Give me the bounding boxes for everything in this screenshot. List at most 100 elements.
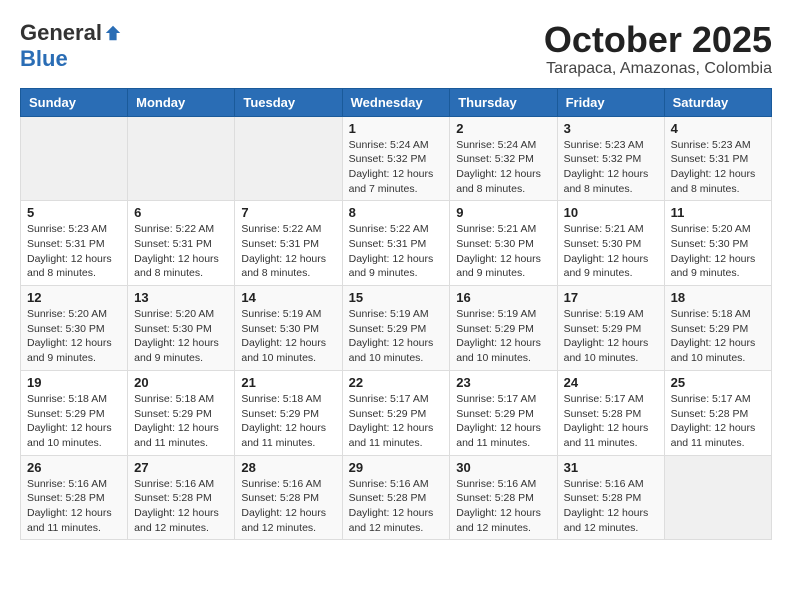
day-info: Sunrise: 5:16 AMSunset: 5:28 PMDaylight:… — [27, 478, 112, 534]
day-info: Sunrise: 5:23 AMSunset: 5:32 PMDaylight:… — [564, 139, 649, 195]
day-number: 21 — [241, 375, 335, 390]
day-number: 17 — [564, 290, 658, 305]
day-number: 20 — [134, 375, 228, 390]
day-number: 25 — [671, 375, 765, 390]
day-info: Sunrise: 5:20 AMSunset: 5:30 PMDaylight:… — [134, 308, 219, 364]
calendar-cell: 30 Sunrise: 5:16 AMSunset: 5:28 PMDayligh… — [450, 455, 557, 540]
weekday-header: Sunday — [21, 88, 128, 116]
calendar-cell: 4 Sunrise: 5:23 AMSunset: 5:31 PMDaylight… — [664, 116, 771, 201]
day-info: Sunrise: 5:19 AMSunset: 5:30 PMDaylight:… — [241, 308, 326, 364]
calendar-cell: 16Sunrise: 5:19 AMSunset: 5:29 PMDayligh… — [450, 286, 557, 371]
day-number: 9 — [456, 205, 550, 220]
day-number: 30 — [456, 460, 550, 475]
calendar-cell: 25 Sunrise: 5:17 AMSunset: 5:28 PMDayligh… — [664, 370, 771, 455]
calendar-cell: 11 Sunrise: 5:20 AMSunset: 5:30 PMDayligh… — [664, 201, 771, 286]
calendar-cell: 8Sunrise: 5:22 AMSunset: 5:31 PMDaylight… — [342, 201, 450, 286]
calendar-cell: 26 Sunrise: 5:16 AMSunset: 5:28 PMDayligh… — [21, 455, 128, 540]
calendar-cell: 31 Sunrise: 5:16 AMSunset: 5:28 PMDayligh… — [557, 455, 664, 540]
calendar-cell: 2Sunrise: 5:24 AMSunset: 5:32 PMDaylight… — [450, 116, 557, 201]
calendar-cell: 27Sunrise: 5:16 AMSunset: 5:28 PMDayligh… — [128, 455, 235, 540]
calendar-cell: 23 Sunrise: 5:17 AMSunset: 5:29 PMDayligh… — [450, 370, 557, 455]
weekday-header: Wednesday — [342, 88, 450, 116]
calendar-week-row: 26 Sunrise: 5:16 AMSunset: 5:28 PMDayligh… — [21, 455, 772, 540]
calendar-cell — [128, 116, 235, 201]
calendar-week-row: 12 Sunrise: 5:20 AMSunset: 5:30 PMDayligh… — [21, 286, 772, 371]
day-number: 8 — [349, 205, 444, 220]
calendar-cell: 13Sunrise: 5:20 AMSunset: 5:30 PMDayligh… — [128, 286, 235, 371]
logo-blue: Blue — [20, 46, 68, 72]
weekday-header: Friday — [557, 88, 664, 116]
day-info: Sunrise: 5:23 AMSunset: 5:31 PMDaylight:… — [671, 139, 756, 195]
day-info: Sunrise: 5:19 AMSunset: 5:29 PMDaylight:… — [349, 308, 434, 364]
day-number: 23 — [456, 375, 550, 390]
day-info: Sunrise: 5:17 AMSunset: 5:29 PMDaylight:… — [349, 393, 434, 449]
day-number: 18 — [671, 290, 765, 305]
calendar-cell: 29 Sunrise: 5:16 AMSunset: 5:28 PMDayligh… — [342, 455, 450, 540]
calendar-week-row: 19 Sunrise: 5:18 AMSunset: 5:29 PMDayligh… — [21, 370, 772, 455]
calendar-week-row: 5Sunrise: 5:23 AMSunset: 5:31 PMDaylight… — [21, 201, 772, 286]
day-number: 4 — [671, 121, 765, 136]
weekday-header: Saturday — [664, 88, 771, 116]
day-number: 24 — [564, 375, 658, 390]
calendar-cell: 18 Sunrise: 5:18 AMSunset: 5:29 PMDayligh… — [664, 286, 771, 371]
calendar-cell: 7Sunrise: 5:22 AMSunset: 5:31 PMDaylight… — [235, 201, 342, 286]
day-info: Sunrise: 5:24 AMSunset: 5:32 PMDaylight:… — [349, 139, 434, 195]
calendar-cell: 22 Sunrise: 5:17 AMSunset: 5:29 PMDayligh… — [342, 370, 450, 455]
day-info: Sunrise: 5:16 AMSunset: 5:28 PMDaylight:… — [564, 478, 649, 534]
calendar-cell: 17 Sunrise: 5:19 AMSunset: 5:29 PMDayligh… — [557, 286, 664, 371]
calendar-cell: 20 Sunrise: 5:18 AMSunset: 5:29 PMDayligh… — [128, 370, 235, 455]
subtitle: Tarapaca, Amazonas, Colombia — [544, 60, 772, 78]
weekday-header: Thursday — [450, 88, 557, 116]
title-block: October 2025 Tarapaca, Amazonas, Colombi… — [544, 20, 772, 78]
day-number: 6 — [134, 205, 228, 220]
day-number: 31 — [564, 460, 658, 475]
weekday-header: Tuesday — [235, 88, 342, 116]
calendar-cell: 21Sunrise: 5:18 AMSunset: 5:29 PMDayligh… — [235, 370, 342, 455]
day-info: Sunrise: 5:18 AMSunset: 5:29 PMDaylight:… — [134, 393, 219, 449]
day-number: 28 — [241, 460, 335, 475]
day-info: Sunrise: 5:20 AMSunset: 5:30 PMDaylight:… — [27, 308, 112, 364]
calendar-cell: 6 Sunrise: 5:22 AMSunset: 5:31 PMDaylight… — [128, 201, 235, 286]
calendar-cell — [21, 116, 128, 201]
day-number: 12 — [27, 290, 121, 305]
day-number: 11 — [671, 205, 765, 220]
day-number: 15 — [349, 290, 444, 305]
logo-general: General — [20, 20, 102, 46]
calendar-cell: 15 Sunrise: 5:19 AMSunset: 5:29 PMDayligh… — [342, 286, 450, 371]
day-info: Sunrise: 5:21 AMSunset: 5:30 PMDaylight:… — [456, 223, 541, 279]
calendar-cell — [235, 116, 342, 201]
calendar-cell: 3Sunrise: 5:23 AMSunset: 5:32 PMDaylight… — [557, 116, 664, 201]
day-info: Sunrise: 5:20 AMSunset: 5:30 PMDaylight:… — [671, 223, 756, 279]
weekday-header-row: SundayMondayTuesdayWednesdayThursdayFrid… — [21, 88, 772, 116]
day-info: Sunrise: 5:23 AMSunset: 5:31 PMDaylight:… — [27, 223, 112, 279]
day-number: 26 — [27, 460, 121, 475]
day-info: Sunrise: 5:22 AMSunset: 5:31 PMDaylight:… — [134, 223, 219, 279]
day-info: Sunrise: 5:18 AMSunset: 5:29 PMDaylight:… — [671, 308, 756, 364]
calendar-cell: 5Sunrise: 5:23 AMSunset: 5:31 PMDaylight… — [21, 201, 128, 286]
calendar-cell — [664, 455, 771, 540]
day-info: Sunrise: 5:19 AMSunset: 5:29 PMDaylight:… — [564, 308, 649, 364]
calendar-cell: 19Sunrise: 5:18 AMSunset: 5:29 PMDayligh… — [21, 370, 128, 455]
day-info: Sunrise: 5:17 AMSunset: 5:29 PMDaylight:… — [456, 393, 541, 449]
day-info: Sunrise: 5:24 AMSunset: 5:32 PMDaylight:… — [456, 139, 541, 195]
day-info: Sunrise: 5:16 AMSunset: 5:28 PMDaylight:… — [349, 478, 434, 534]
day-info: Sunrise: 5:17 AMSunset: 5:28 PMDaylight:… — [671, 393, 756, 449]
calendar-cell: 28 Sunrise: 5:16 AMSunset: 5:28 PMDayligh… — [235, 455, 342, 540]
calendar-week-row: 1Sunrise: 5:24 AMSunset: 5:32 PMDaylight… — [21, 116, 772, 201]
day-number: 14 — [241, 290, 335, 305]
day-number: 22 — [349, 375, 444, 390]
day-number: 7 — [241, 205, 335, 220]
day-number: 16 — [456, 290, 550, 305]
page-header: General Blue October 2025 Tarapaca, Amaz… — [20, 20, 772, 78]
logo-icon — [104, 24, 122, 42]
calendar-cell: 24 Sunrise: 5:17 AMSunset: 5:28 PMDayligh… — [557, 370, 664, 455]
calendar-table: SundayMondayTuesdayWednesdayThursdayFrid… — [20, 88, 772, 541]
day-number: 29 — [349, 460, 444, 475]
day-info: Sunrise: 5:16 AMSunset: 5:28 PMDaylight:… — [241, 478, 326, 534]
month-title: October 2025 — [544, 20, 772, 60]
day-number: 19 — [27, 375, 121, 390]
day-info: Sunrise: 5:16 AMSunset: 5:28 PMDaylight:… — [456, 478, 541, 534]
calendar-cell: 10Sunrise: 5:21 AMSunset: 5:30 PMDayligh… — [557, 201, 664, 286]
day-info: Sunrise: 5:17 AMSunset: 5:28 PMDaylight:… — [564, 393, 649, 449]
day-info: Sunrise: 5:16 AMSunset: 5:28 PMDaylight:… — [134, 478, 219, 534]
